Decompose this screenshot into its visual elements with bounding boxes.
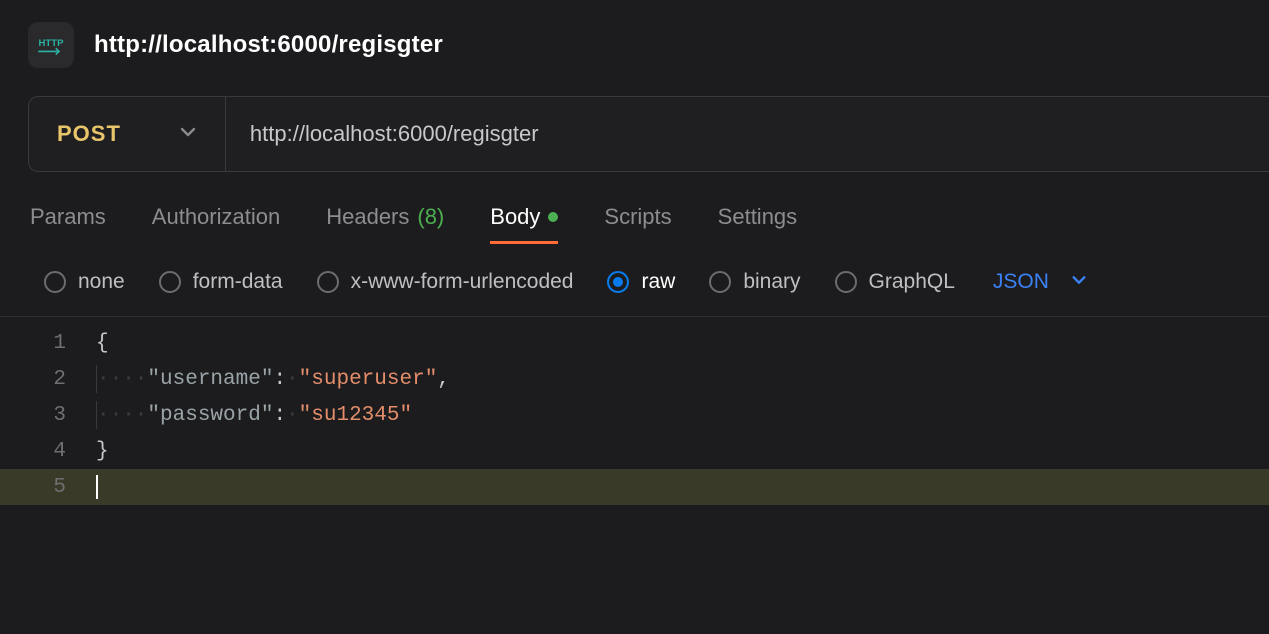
chevron-down-icon xyxy=(179,123,197,146)
body-type-selector: none form-data x-www-form-urlencoded raw… xyxy=(0,244,1269,317)
radio-icon xyxy=(44,271,66,293)
tab-params[interactable]: Params xyxy=(30,204,106,244)
method-selector[interactable]: POST xyxy=(29,97,226,171)
body-type-form-data[interactable]: form-data xyxy=(159,270,283,294)
tab-headers[interactable]: Headers (8) xyxy=(326,204,444,244)
body-type-binary[interactable]: binary xyxy=(709,270,800,294)
line-number: 5 xyxy=(0,476,96,499)
headers-count-badge: (8) xyxy=(417,204,444,230)
radio-icon xyxy=(709,271,731,293)
body-type-graphql[interactable]: GraphQL xyxy=(835,270,955,294)
body-format-selector[interactable]: JSON xyxy=(993,270,1087,294)
tab-body[interactable]: Body xyxy=(490,204,558,244)
svg-text:HTTP: HTTP xyxy=(38,38,64,49)
line-number: 1 xyxy=(0,332,96,355)
body-type-none[interactable]: none xyxy=(44,270,125,294)
request-title: http://localhost:6000/regisgter xyxy=(94,31,443,59)
line-number: 2 xyxy=(0,368,96,391)
line-number: 3 xyxy=(0,404,96,427)
radio-icon xyxy=(835,271,857,293)
body-modified-indicator xyxy=(548,212,558,222)
tab-scripts[interactable]: Scripts xyxy=(604,204,671,244)
editor-active-line: 5 xyxy=(0,469,1269,505)
request-tabs: Params Authorization Headers (8) Body Sc… xyxy=(0,172,1269,244)
body-type-raw[interactable]: raw xyxy=(607,270,675,294)
chevron-down-icon xyxy=(1071,270,1087,294)
line-number: 4 xyxy=(0,440,96,463)
tab-settings[interactable]: Settings xyxy=(718,204,798,244)
method-label: POST xyxy=(57,121,121,147)
url-input[interactable] xyxy=(226,97,1269,171)
request-bar: POST xyxy=(28,96,1269,172)
radio-icon xyxy=(317,271,339,293)
radio-icon xyxy=(607,271,629,293)
body-type-urlencoded[interactable]: x-www-form-urlencoded xyxy=(317,270,574,294)
tab-authorization[interactable]: Authorization xyxy=(152,204,280,244)
http-icon: HTTP xyxy=(28,22,74,68)
radio-icon xyxy=(159,271,181,293)
text-cursor xyxy=(96,475,98,499)
json-editor[interactable]: 1 { 2 ····"username":·"superuser", 3 ···… xyxy=(0,317,1269,505)
